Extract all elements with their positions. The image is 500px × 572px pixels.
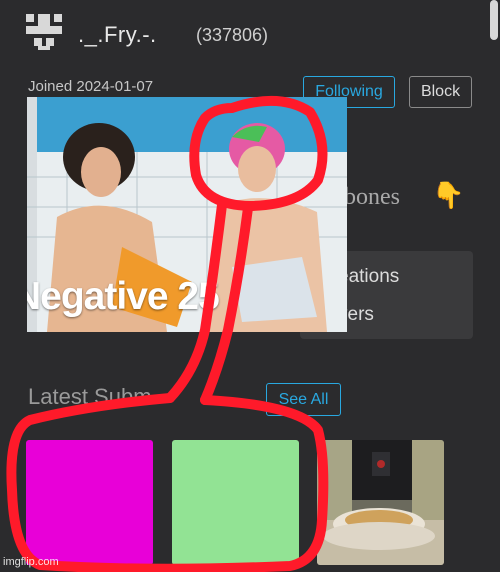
scrollbar[interactable] <box>490 0 498 40</box>
pixel-face-icon[interactable] <box>26 14 62 50</box>
pointing-down-icon: 👇 <box>432 180 465 210</box>
see-all-button[interactable]: See All <box>266 383 341 416</box>
username: ._.Fry.-. <box>78 22 157 47</box>
watermark: imgflip.com <box>3 556 59 568</box>
overlay-caption: Negative 25 <box>27 275 220 318</box>
user-id: (337806) <box>196 25 269 45</box>
joined-date: Joined 2024-01-07 <box>28 78 154 95</box>
submission-thumbnail[interactable] <box>317 440 444 565</box>
submission-thumbnail[interactable] <box>26 440 153 565</box>
overlay-photo: Negative 25 <box>27 97 347 332</box>
cereal-bowl-image <box>317 440 444 565</box>
submission-thumbnail[interactable] <box>172 440 299 565</box>
block-button[interactable]: Block <box>409 76 472 108</box>
latest-submissions-heading: Latest Subm <box>28 384 152 409</box>
stat-creations-link[interactable]: eations <box>338 266 399 288</box>
